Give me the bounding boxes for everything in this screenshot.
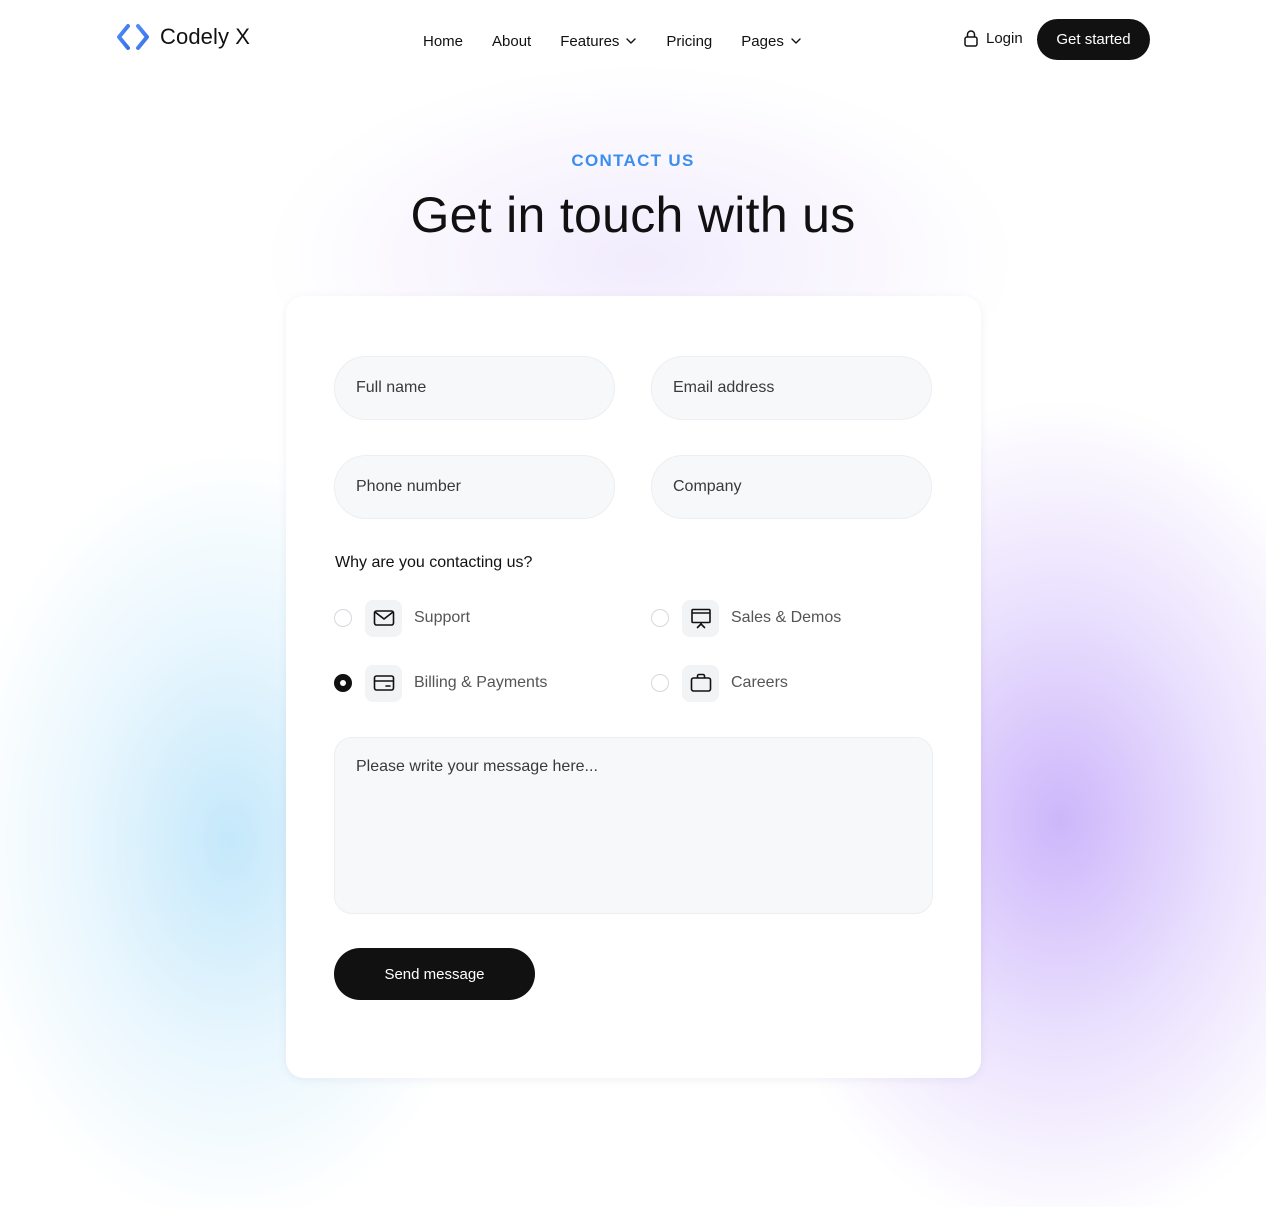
nav-item-pages[interactable]: Pages bbox=[741, 30, 802, 52]
phone-field[interactable]: Phone number bbox=[334, 455, 615, 519]
briefcase-icon bbox=[690, 673, 711, 692]
page-title: Get in touch with us bbox=[410, 187, 856, 243]
message-textarea[interactable]: Please write your message here... bbox=[334, 737, 933, 914]
reason-option-careers[interactable]: Careers bbox=[651, 664, 788, 702]
contact-form-card: Full name Email address Phone number Com… bbox=[286, 296, 981, 1078]
chevron-down-icon bbox=[791, 38, 801, 44]
send-message-button[interactable]: Send message bbox=[334, 948, 535, 1000]
nav-item-pricing[interactable]: Pricing bbox=[666, 30, 712, 52]
radio-button[interactable] bbox=[651, 674, 669, 692]
nav-item-label: Features bbox=[560, 32, 620, 50]
reason-option-sales[interactable]: Sales & Demos bbox=[651, 599, 841, 637]
login-label: Login bbox=[986, 29, 1023, 47]
get-started-button[interactable]: Get started bbox=[1037, 19, 1150, 60]
reason-option-support[interactable]: Support bbox=[334, 599, 470, 637]
section-eyebrow: CONTACT US bbox=[571, 151, 695, 170]
nav-item-label: Pricing bbox=[666, 32, 713, 50]
reason-option-billing[interactable]: Billing & Payments bbox=[334, 664, 547, 702]
option-label: Sales & Demos bbox=[731, 609, 842, 626]
option-icon-box bbox=[682, 664, 719, 702]
lock-icon bbox=[964, 30, 978, 47]
brand-logo[interactable]: Codely X bbox=[116, 22, 250, 52]
main-nav: Home About Features Pricing Pages bbox=[423, 30, 831, 52]
radio-button[interactable] bbox=[334, 609, 352, 627]
option-icon-box bbox=[682, 599, 719, 637]
brand-name: Codely X bbox=[160, 24, 251, 49]
code-brackets-icon bbox=[117, 24, 149, 50]
radio-button[interactable] bbox=[651, 609, 669, 627]
login-link[interactable]: Login bbox=[963, 29, 1023, 47]
nav-item-features[interactable]: Features bbox=[560, 30, 637, 52]
nav-item-home[interactable]: Home bbox=[423, 30, 463, 52]
nav-item-label: Home bbox=[423, 32, 464, 50]
radio-button-selected[interactable] bbox=[334, 674, 352, 692]
site-header: Codely X Home About Features Pricing Pag… bbox=[0, 0, 1266, 80]
company-field[interactable]: Company bbox=[651, 455, 932, 519]
option-icon-box bbox=[365, 599, 402, 637]
full-name-field[interactable]: Full name bbox=[334, 356, 615, 420]
email-field[interactable]: Email address bbox=[651, 356, 932, 420]
chevron-down-icon bbox=[626, 38, 637, 44]
nav-item-label: Pages bbox=[741, 32, 784, 50]
nav-item-about[interactable]: About bbox=[492, 30, 531, 52]
option-icon-box bbox=[365, 664, 402, 702]
credit-card-icon bbox=[373, 675, 394, 691]
mail-icon bbox=[373, 610, 394, 626]
option-label: Careers bbox=[731, 674, 788, 691]
nav-item-label: About bbox=[492, 32, 532, 50]
option-label: Billing & Payments bbox=[414, 674, 548, 691]
option-label: Support bbox=[414, 609, 471, 626]
presentation-icon bbox=[690, 608, 711, 629]
reason-question: Why are you contacting us? bbox=[335, 554, 533, 571]
